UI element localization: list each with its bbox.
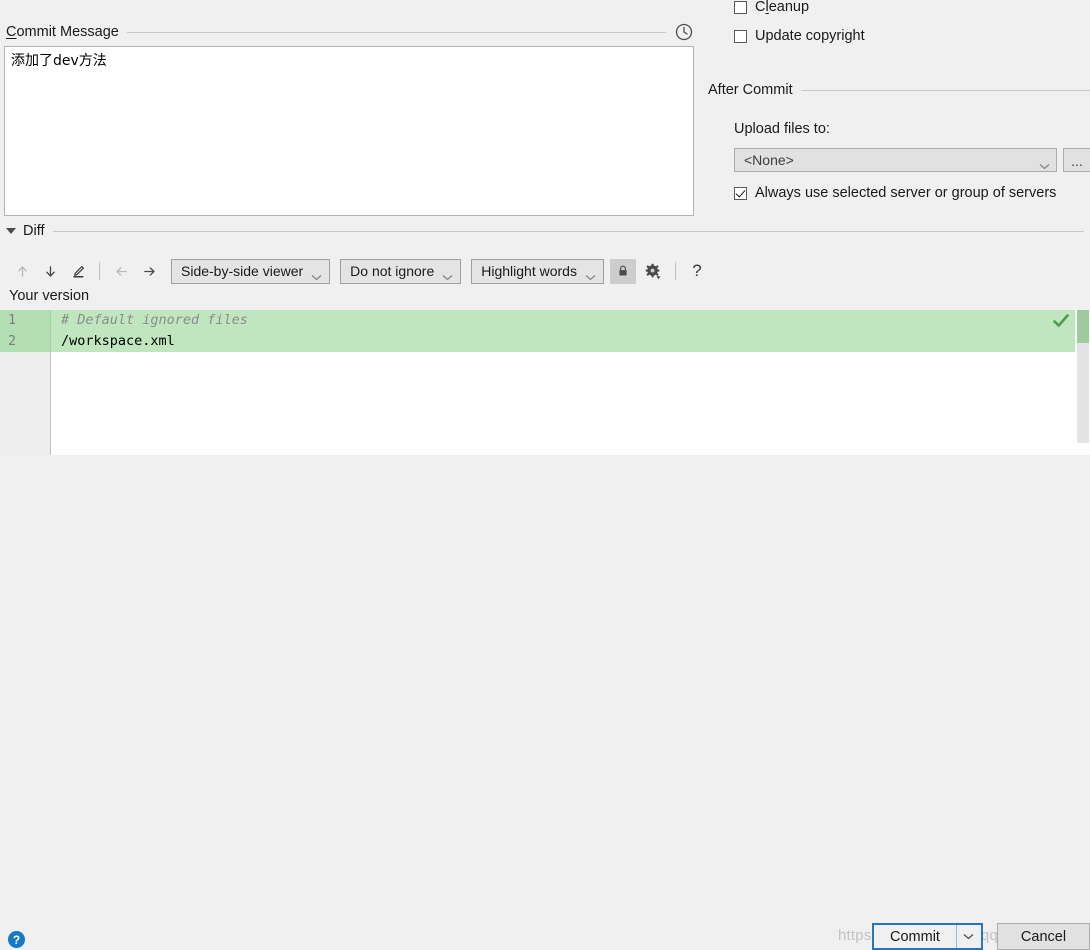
- toolbar-separator-2: [674, 262, 676, 280]
- diff-scrollbar[interactable]: [1076, 310, 1090, 455]
- after-commit-title: After Commit: [708, 82, 793, 98]
- chevron-down-icon-diff[interactable]: [6, 228, 16, 234]
- diff-line-text: /workspace.xml: [61, 333, 175, 349]
- diff-line-text: # Default ignored files: [61, 312, 248, 328]
- diff-scrollbar-thumb[interactable]: [1077, 310, 1089, 343]
- clock-icon[interactable]: [674, 22, 694, 42]
- cleanup-checkbox-row[interactable]: Cleanup: [734, 0, 809, 18]
- commit-changes-dialog: Commit Message 添加了dev方法 Cleanup Update c…: [0, 0, 1090, 950]
- diff-pane-label: Your version: [9, 288, 90, 304]
- upload-server-value: <None>: [744, 152, 794, 168]
- after-commit-divider: [800, 89, 1090, 91]
- commit-options-panel: Cleanup Update copyright After Commit Up…: [708, 0, 1090, 220]
- diff-toolbar: Side-by-side viewer Do not ignore Highli…: [8, 256, 711, 286]
- arrow-right-icon[interactable]: [135, 258, 163, 284]
- diff-divider: [52, 230, 1084, 232]
- update-copyright-label: Update copyright: [755, 28, 865, 44]
- diff-line-number: 1: [0, 310, 51, 331]
- highlight-mode-value: Highlight words: [481, 263, 577, 279]
- chevron-down-icon-highlight: [585, 268, 596, 280]
- diff-line-number: 2: [0, 331, 51, 352]
- commit-dropdown-button[interactable]: [957, 925, 981, 948]
- update-copyright-checkbox[interactable]: [734, 29, 747, 43]
- commit-message-label-rest: ommit Message: [16, 24, 119, 40]
- commit-message-input[interactable]: 添加了dev方法: [4, 46, 694, 216]
- cleanup-label: Cleanup: [755, 0, 810, 15]
- chevron-down-icon: [1039, 157, 1050, 169]
- diff-section-header[interactable]: Diff: [6, 221, 1084, 241]
- browse-server-button[interactable]: ...: [1063, 148, 1090, 172]
- update-copyright-checkbox-row[interactable]: Update copyright: [734, 25, 865, 47]
- highlight-mode-select[interactable]: Highlight words: [471, 258, 604, 284]
- always-use-server-row[interactable]: Always use selected server or group of s…: [734, 182, 1056, 204]
- upload-server-row: <None> ...: [734, 148, 1090, 172]
- always-use-server-checkbox[interactable]: [734, 186, 747, 200]
- lock-icon[interactable]: [609, 258, 636, 284]
- arrow-left-icon[interactable]: [107, 258, 135, 284]
- table-row[interactable]: 1 # Default ignored files: [0, 310, 1075, 331]
- commit-message-label-mnemonic: C: [6, 24, 17, 40]
- cleanup-checkbox[interactable]: [734, 0, 747, 14]
- arrow-up-icon[interactable]: [8, 258, 36, 284]
- after-commit-header: After Commit: [708, 82, 1090, 98]
- viewer-mode-value: Side-by-side viewer: [181, 263, 304, 279]
- cancel-button[interactable]: Cancel: [997, 923, 1090, 950]
- commit-split-button[interactable]: Commit: [872, 923, 983, 950]
- whitespace-mode-value: Do not ignore: [350, 263, 435, 279]
- diff-title: Diff: [23, 223, 45, 239]
- commit-message-header: Commit Message: [6, 21, 694, 43]
- question-mark-icon[interactable]: ?: [683, 258, 711, 284]
- upload-server-select[interactable]: <None>: [734, 148, 1057, 172]
- whitespace-mode-select[interactable]: Do not ignore: [340, 258, 462, 284]
- chevron-down-icon-whitespace: [442, 268, 453, 280]
- table-row[interactable]: 2 /workspace.xml: [0, 331, 1075, 352]
- dialog-footer: ? https://blog.csdn.net/qq_41112238 Comm…: [0, 455, 1090, 950]
- pencil-icon[interactable]: [64, 258, 92, 284]
- viewer-mode-select[interactable]: Side-by-side viewer: [171, 258, 331, 284]
- arrow-down-icon[interactable]: [36, 258, 64, 284]
- help-button[interactable]: ?: [8, 931, 25, 948]
- checkmark-icon[interactable]: [1052, 312, 1070, 330]
- gear-icon[interactable]: [640, 258, 668, 284]
- diff-viewer[interactable]: 1 # Default ignored files 2 /workspace.x…: [0, 310, 1090, 455]
- commit-message-divider: [126, 31, 666, 33]
- commit-button[interactable]: Commit: [874, 925, 957, 948]
- diff-line-list: 1 # Default ignored files 2 /workspace.x…: [0, 310, 1075, 352]
- upload-files-label: Upload files to:: [734, 121, 830, 137]
- toolbar-separator-1: [99, 262, 100, 280]
- chevron-down-icon-viewer: [311, 268, 322, 280]
- commit-message-label: Commit Message: [6, 24, 119, 40]
- always-use-server-label: Always use selected server or group of s…: [755, 185, 1057, 201]
